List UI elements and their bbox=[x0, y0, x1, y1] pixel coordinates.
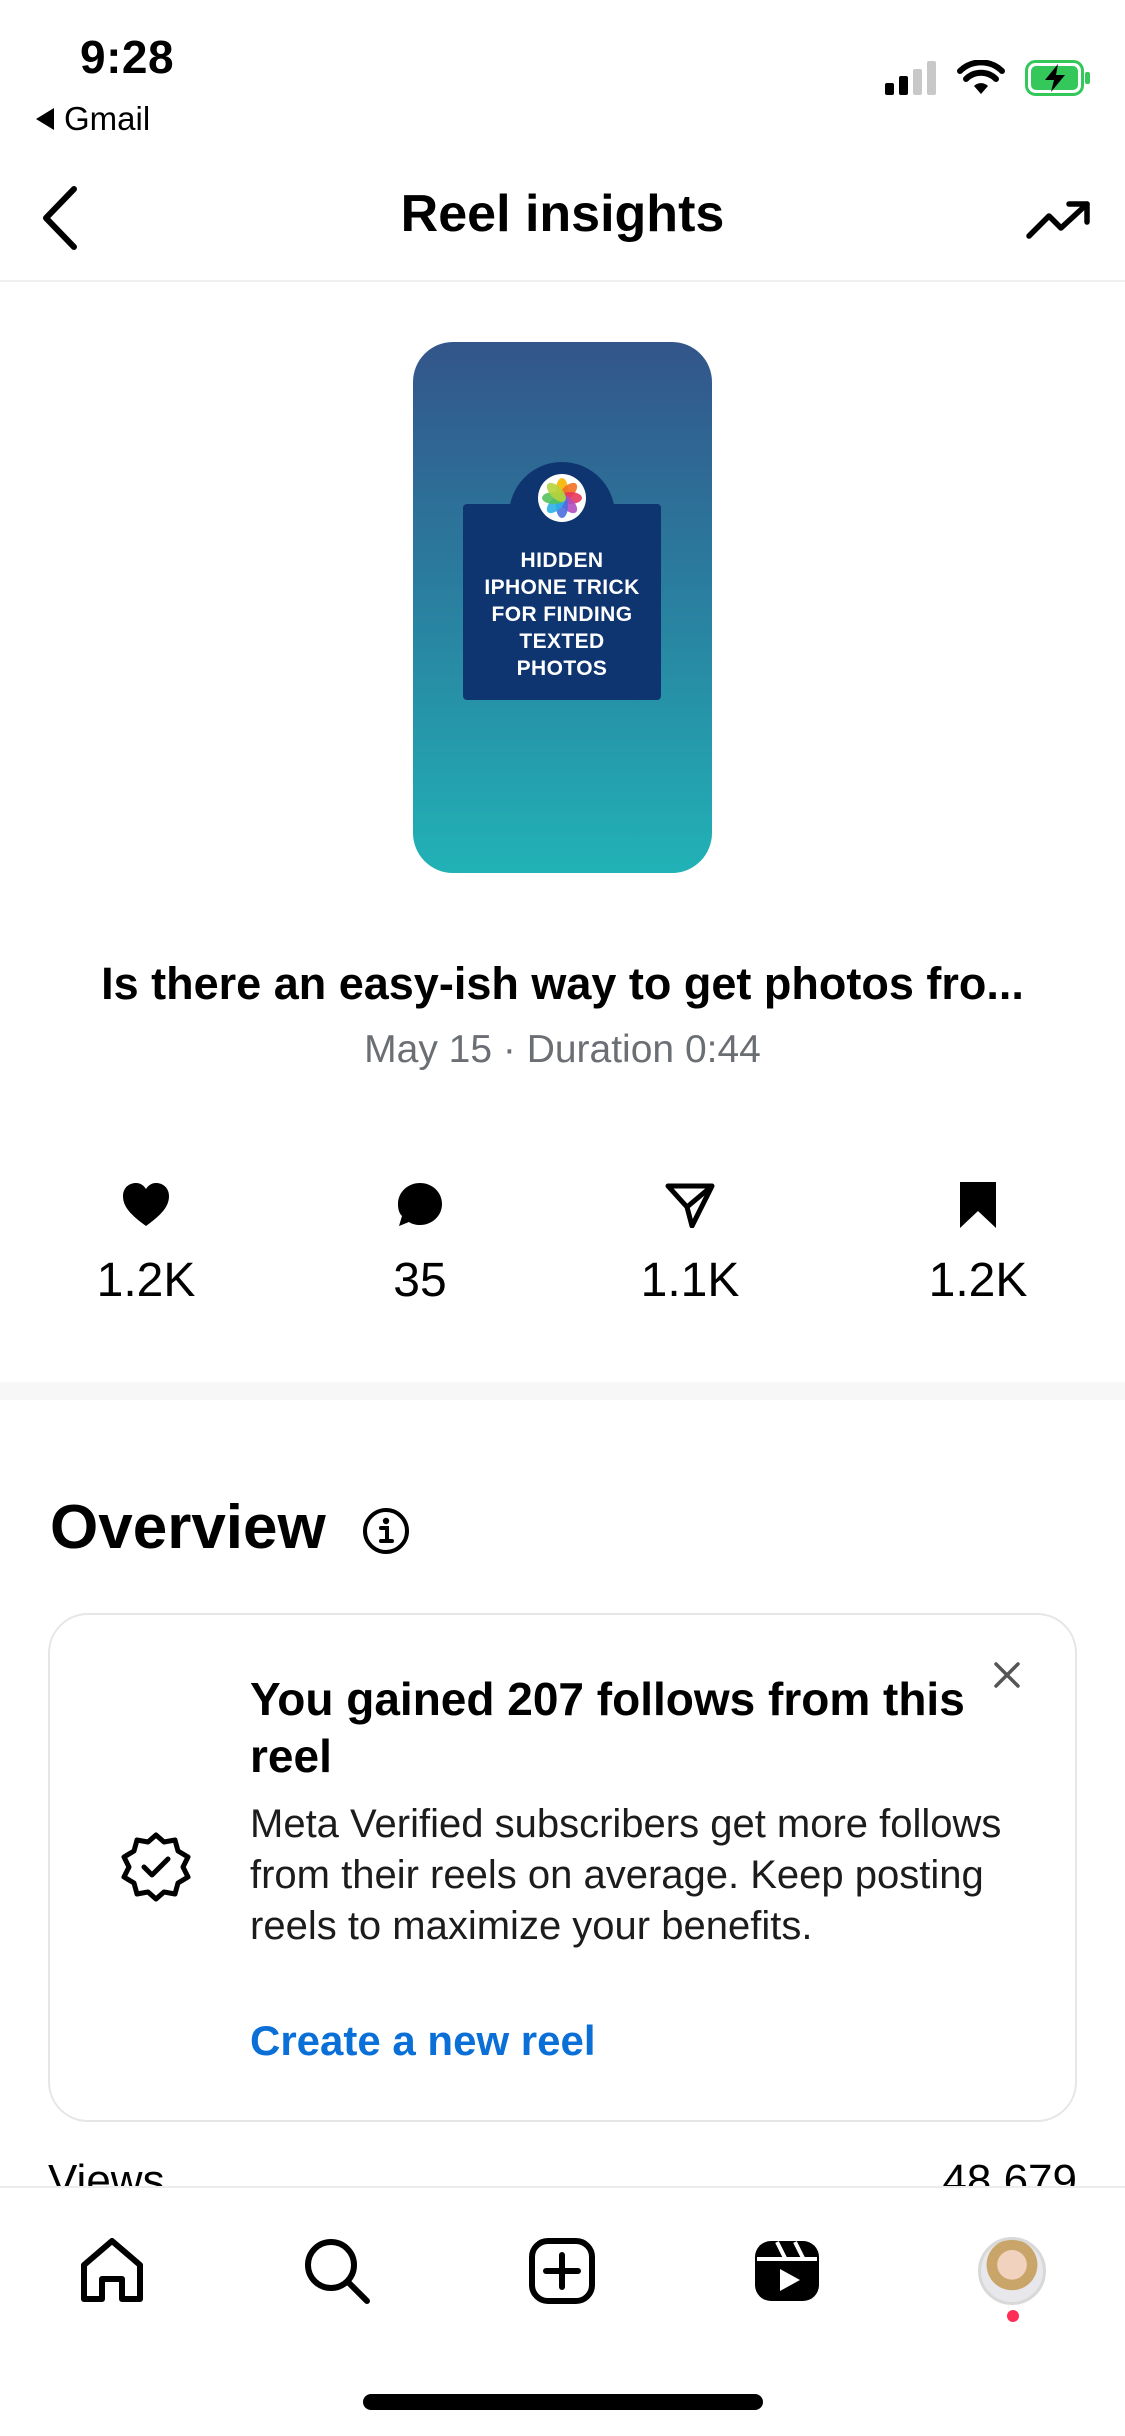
home-indicator[interactable] bbox=[363, 2394, 763, 2410]
avatar bbox=[978, 2237, 1046, 2305]
close-icon bbox=[994, 1662, 1020, 1688]
search-icon bbox=[305, 2239, 370, 2304]
cellular-signal-icon bbox=[885, 61, 936, 95]
tab-create[interactable] bbox=[517, 2226, 607, 2316]
comments-count: 35 bbox=[393, 1254, 447, 1307]
tab-reels[interactable] bbox=[742, 2226, 832, 2316]
reel-thumbnail[interactable]: HIDDEN IPHONE TRICK FOR FINDING TEXTED P… bbox=[413, 342, 712, 873]
card-title: You gained 207 follows from this reel bbox=[250, 1673, 965, 1782]
photos-app-icon bbox=[538, 474, 586, 522]
tab-home[interactable] bbox=[67, 2226, 157, 2316]
tab-search[interactable] bbox=[292, 2226, 382, 2316]
saves-stat: 1.2K bbox=[868, 1175, 1088, 1308]
trending-up-icon bbox=[1026, 201, 1090, 239]
card-body: Meta Verified subscribers get more follo… bbox=[250, 1802, 1002, 1948]
create-reel-link[interactable]: Create a new reel bbox=[250, 2017, 596, 2065]
reel-meta: May 15 · Duration 0:44 bbox=[364, 1028, 761, 1071]
page-title: Reel insights bbox=[400, 185, 725, 243]
status-icons bbox=[885, 60, 1091, 96]
bookmark-icon bbox=[960, 1182, 996, 1228]
likes-count: 1.2K bbox=[96, 1254, 196, 1307]
thumbnail-sign-graphic: HIDDEN IPHONE TRICK FOR FINDING TEXTED P… bbox=[463, 462, 661, 710]
likes-stat: 1.2K bbox=[36, 1175, 256, 1308]
shares-stat: 1.1K bbox=[580, 1175, 800, 1308]
reel-caption: Is there an easy-ish way to get photos f… bbox=[101, 958, 1024, 1009]
thumbnail-text: HIDDEN IPHONE TRICK FOR FINDING TEXTED P… bbox=[484, 549, 640, 680]
comment-icon bbox=[398, 1183, 442, 1226]
verified-badge-icon bbox=[120, 1831, 192, 1908]
heart-icon bbox=[123, 1183, 169, 1226]
back-to-app-link[interactable]: Gmail bbox=[36, 100, 150, 138]
tab-profile[interactable] bbox=[967, 2226, 1057, 2316]
reels-icon bbox=[755, 2241, 819, 2301]
section-divider bbox=[0, 1382, 1125, 1400]
back-app-label: Gmail bbox=[64, 100, 151, 137]
follows-insight-card: You gained 207 follows from this reel Me… bbox=[48, 1613, 1077, 2122]
comments-stat: 35 bbox=[310, 1175, 530, 1308]
trend-button[interactable] bbox=[1019, 184, 1099, 256]
shares-count: 1.1K bbox=[640, 1254, 740, 1307]
create-icon bbox=[529, 2238, 595, 2304]
notification-dot bbox=[1007, 2310, 1019, 2322]
wifi-icon bbox=[957, 60, 1005, 94]
header: Reel insights bbox=[0, 170, 1125, 282]
battery-charging-icon bbox=[1025, 60, 1090, 96]
back-triangle-icon bbox=[36, 108, 54, 130]
info-icon[interactable] bbox=[362, 1507, 410, 1560]
send-icon bbox=[665, 1183, 715, 1228]
overview-title: Overview bbox=[50, 1493, 326, 1562]
saves-count: 1.2K bbox=[928, 1254, 1028, 1307]
status-time: 9:28 bbox=[80, 31, 175, 83]
close-button[interactable] bbox=[987, 1655, 1027, 1695]
home-icon bbox=[81, 2238, 143, 2302]
